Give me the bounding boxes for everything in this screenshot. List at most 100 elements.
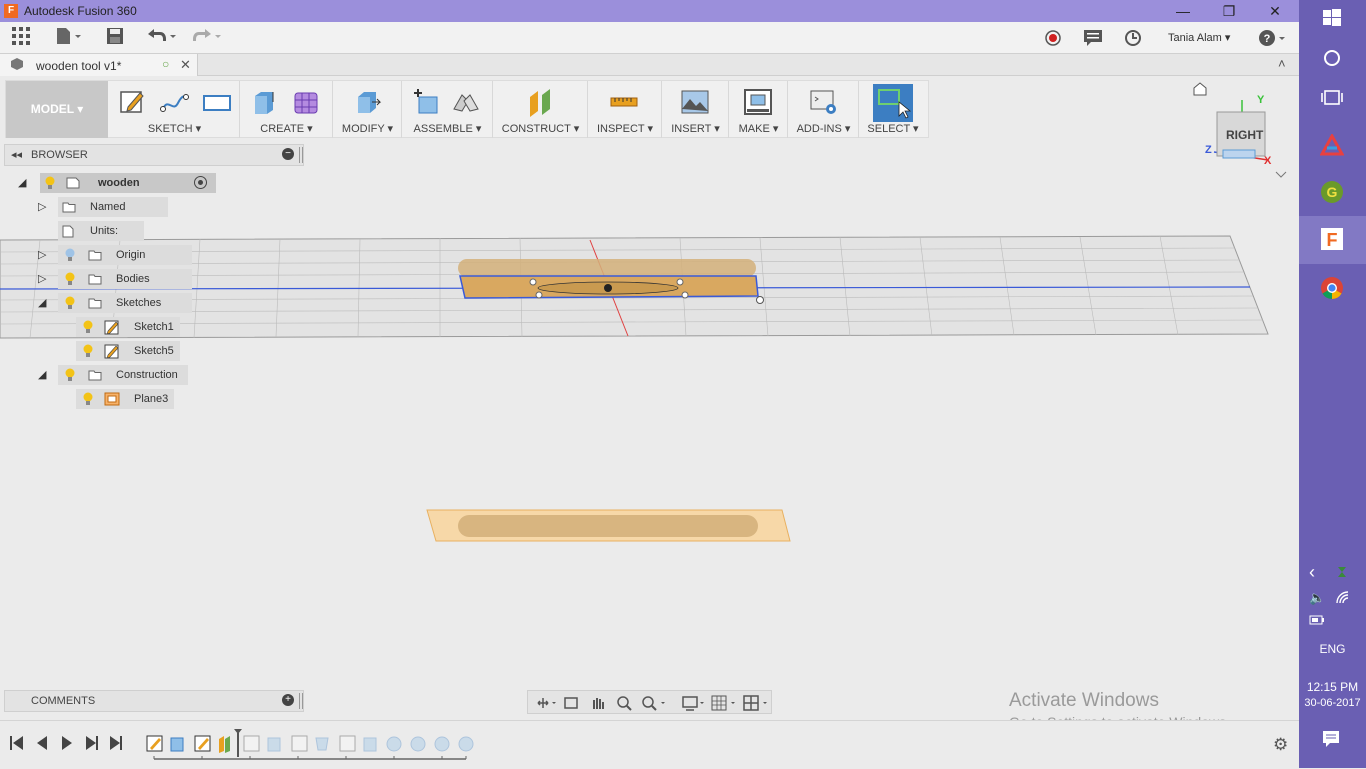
- add-ins-label: ADD-INS ▾: [796, 123, 851, 135]
- minimize-icon[interactable]: —: [1160, 0, 1206, 22]
- 3d-print-icon[interactable]: [743, 87, 773, 117]
- wifi-icon[interactable]: [1335, 590, 1351, 607]
- step-forward-icon[interactable]: [82, 735, 100, 753]
- redo-icon[interactable]: [190, 27, 226, 49]
- help-icon[interactable]: ?: [1258, 29, 1288, 51]
- assemble-group[interactable]: ASSEMBLE ▾: [403, 81, 493, 138]
- create-group[interactable]: CREATE ▾: [241, 81, 333, 138]
- lightbulb-icon: [65, 296, 75, 309]
- insert-group[interactable]: INSERT ▾: [663, 81, 729, 138]
- sync-tray-icon[interactable]: [1335, 564, 1349, 583]
- clock-date[interactable]: 30-06-2017: [1299, 697, 1366, 709]
- save-icon[interactable]: [106, 27, 124, 49]
- user-name[interactable]: Tania Alam ▾: [1168, 31, 1230, 44]
- activate-radio-icon[interactable]: [194, 176, 207, 189]
- document-tab[interactable]: wooden tool v1* ○ ✕: [0, 54, 198, 76]
- viewcube[interactable]: RIGHT Y Z X: [1190, 82, 1290, 182]
- task-view-icon[interactable]: [1319, 88, 1345, 114]
- language-indicator[interactable]: ENG: [1299, 642, 1366, 656]
- tree-item-label: Origin: [116, 249, 146, 261]
- collapse-browser-icon[interactable]: ◂◂: [11, 148, 22, 161]
- g-app-icon[interactable]: G: [1319, 180, 1345, 206]
- construct-group[interactable]: CONSTRUCT ▾: [494, 81, 588, 138]
- timeline-bar: ⚙: [0, 720, 1299, 768]
- display-settings-icon[interactable]: [678, 691, 708, 715]
- step-back-icon[interactable]: [34, 735, 52, 753]
- spline-icon[interactable]: [160, 87, 190, 117]
- fit-zoom-icon[interactable]: [638, 691, 670, 715]
- modify-group[interactable]: MODIFY ▾: [334, 81, 402, 138]
- orbit-icon[interactable]: [528, 691, 560, 715]
- browser-grip-icon[interactable]: [299, 147, 303, 163]
- restore-icon[interactable]: ❐: [1206, 0, 1252, 22]
- browser-tree: ◢ wooden tool v1 ▷ Named Views Units: cm…: [0, 172, 310, 412]
- form-grid-icon[interactable]: [291, 87, 321, 117]
- fusion-app-icon: F: [4, 4, 18, 18]
- construction-plane-icon: [104, 392, 120, 406]
- comment-icon[interactable]: [1083, 29, 1103, 51]
- construction-plane-plane3: [426, 509, 791, 542]
- collapse-triangle-icon[interactable]: ◢: [38, 293, 46, 313]
- select-group[interactable]: SELECT ▾: [860, 81, 926, 138]
- make-group[interactable]: MAKE ▾: [730, 81, 788, 138]
- action-center-icon[interactable]: [1322, 730, 1340, 751]
- add-comment-icon[interactable]: +: [282, 694, 294, 706]
- job-status-clock-icon[interactable]: [1124, 29, 1142, 51]
- tree-item-label: Sketches: [116, 297, 162, 309]
- collapse-up-icon[interactable]: ˄: [1278, 56, 1286, 71]
- chrome-icon[interactable]: [1319, 276, 1345, 302]
- cortana-search-icon[interactable]: [1319, 48, 1345, 74]
- expand-triangle-icon[interactable]: ▷: [38, 197, 46, 217]
- workspace-switcher[interactable]: MODEL ▾: [6, 81, 108, 138]
- fusion-360-app-icon[interactable]: F: [1319, 227, 1345, 253]
- browser-minimize-icon[interactable]: −: [282, 148, 294, 160]
- sketch-icon: [104, 344, 119, 359]
- autodesk-app-icon[interactable]: [1319, 132, 1345, 160]
- new-component-icon[interactable]: [411, 87, 441, 117]
- select-icon[interactable]: [873, 84, 913, 122]
- close-tab-icon[interactable]: ✕: [180, 57, 191, 73]
- data-panel-grid-icon[interactable]: [12, 27, 30, 49]
- expand-triangle-icon[interactable]: ▷: [38, 269, 46, 289]
- joint-icon[interactable]: [451, 87, 481, 117]
- go-to-end-icon[interactable]: [106, 735, 124, 753]
- offset-plane-icon[interactable]: [526, 87, 556, 117]
- sketch-group[interactable]: SKETCH ▾: [110, 81, 240, 138]
- play-icon[interactable]: [58, 735, 76, 753]
- inspect-group[interactable]: INSPECT ▾: [589, 81, 662, 138]
- collapse-triangle-icon[interactable]: ◢: [18, 173, 26, 193]
- go-to-start-icon[interactable]: [8, 735, 26, 753]
- lightbulb-icon: [65, 368, 75, 381]
- file-menu-icon[interactable]: [55, 27, 83, 49]
- insert-image-icon[interactable]: [680, 87, 710, 117]
- wooden-body: [458, 259, 764, 304]
- collapse-triangle-icon[interactable]: ◢: [38, 365, 46, 385]
- document-tab-label: wooden tool v1*: [36, 59, 122, 73]
- grid-settings-icon[interactable]: [709, 691, 739, 715]
- volume-icon[interactable]: 🔈: [1309, 590, 1325, 606]
- look-at-icon[interactable]: [562, 691, 582, 715]
- show-hidden-icons-chevron[interactable]: ‹: [1309, 562, 1315, 583]
- battery-icon[interactable]: [1309, 614, 1325, 629]
- clock-time[interactable]: 12:15 PM: [1299, 680, 1366, 694]
- pan-hand-icon[interactable]: [586, 691, 610, 715]
- viewports-icon[interactable]: [740, 691, 770, 715]
- modify-label: MODIFY ▾: [341, 123, 394, 135]
- close-icon[interactable]: ✕: [1252, 0, 1298, 22]
- add-ins-group[interactable]: ADD-INS ▾: [789, 81, 859, 138]
- record-icon[interactable]: [1044, 29, 1062, 51]
- rectangle-icon[interactable]: [202, 87, 232, 117]
- press-pull-icon[interactable]: [352, 87, 382, 117]
- scripts-icon[interactable]: [809, 87, 839, 117]
- component-icon: [10, 57, 24, 74]
- windows-start-icon[interactable]: [1319, 8, 1345, 34]
- timeline-settings-gear-icon[interactable]: ⚙: [1273, 735, 1288, 755]
- extrude-icon[interactable]: [249, 87, 279, 117]
- create-sketch-icon[interactable]: [118, 87, 148, 117]
- undo-icon[interactable]: [145, 27, 181, 49]
- zoom-icon[interactable]: [612, 691, 636, 715]
- measure-icon[interactable]: [609, 87, 639, 117]
- select-label: SELECT ▾: [867, 123, 919, 135]
- comments-grip-icon[interactable]: [299, 693, 303, 709]
- expand-triangle-icon[interactable]: ▷: [38, 245, 46, 265]
